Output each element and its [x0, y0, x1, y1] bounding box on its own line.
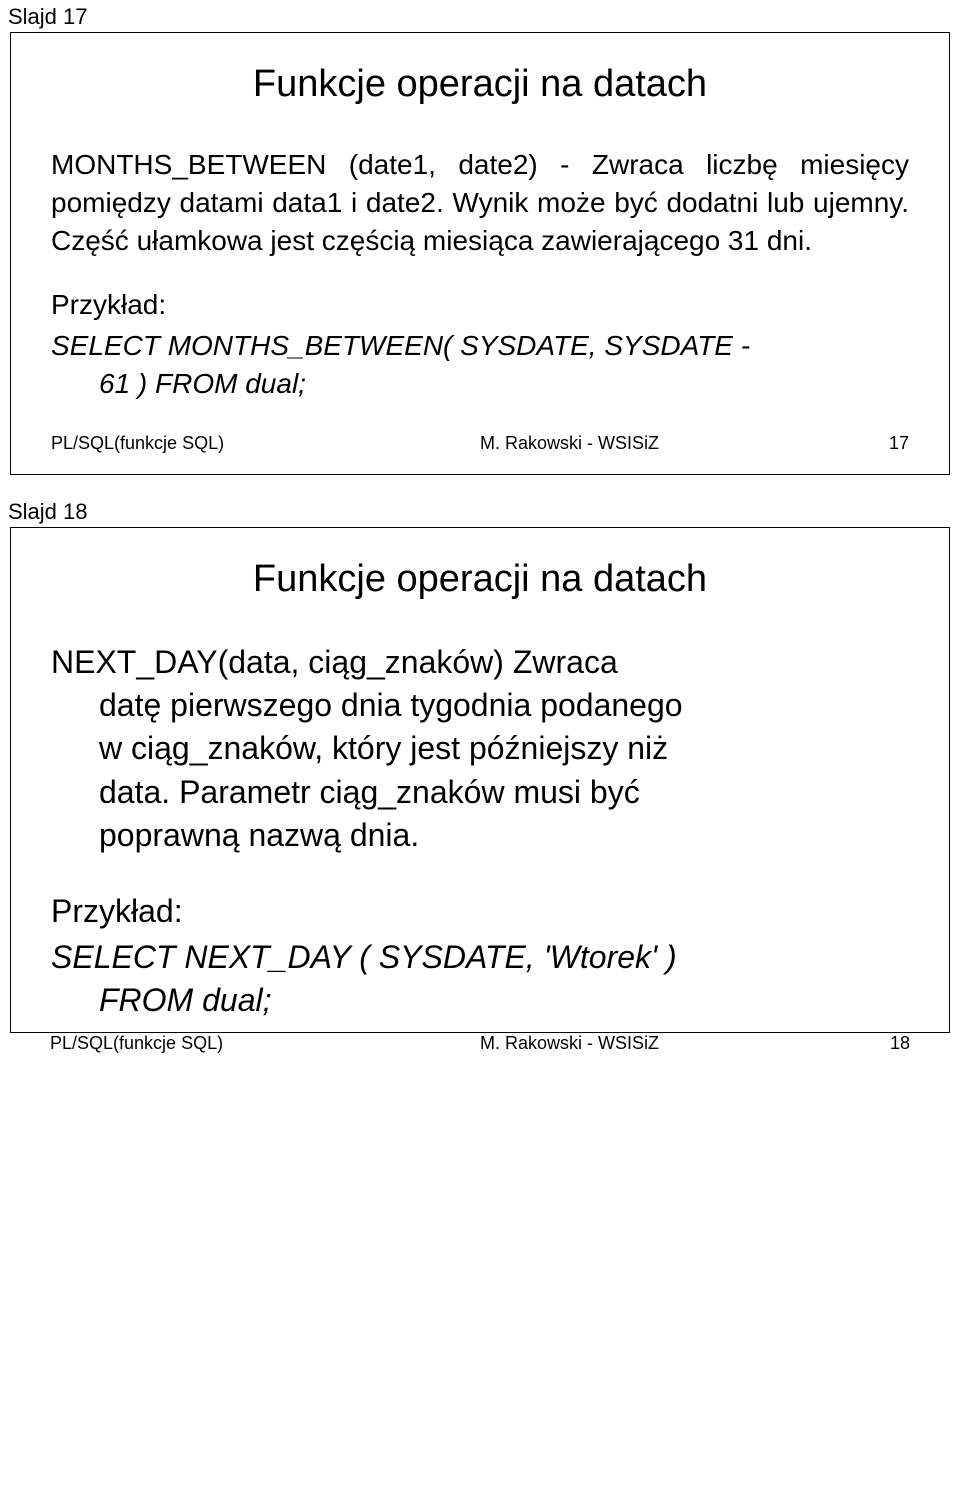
- slide-18-box: Funkcje operacji na datach NEXT_DAY(data…: [10, 527, 950, 1033]
- footer-mid: M. Rakowski - WSISiZ: [480, 1033, 824, 1054]
- slide-17-footer: PL/SQL(funkcje SQL) M. Rakowski - WSISiZ…: [51, 433, 909, 454]
- code-line-2: FROM dual;: [51, 979, 909, 1022]
- slide-18-footer: PL/SQL(funkcje SQL) M. Rakowski - WSISiZ…: [0, 1033, 960, 1060]
- slide-18-example-label: Przykład:: [51, 893, 909, 930]
- body-line-4: data. Parametr ciąg_znaków musi być: [51, 771, 909, 814]
- body-line-1: NEXT_DAY(data, ciąg_znaków) Zwraca: [51, 644, 618, 680]
- slide-18-example-code: SELECT NEXT_DAY ( SYSDATE, 'Wtorek' ) FR…: [51, 936, 909, 1022]
- slide-17-body: MONTHS_BETWEEN (date1, date2) - Zwraca l…: [51, 146, 909, 259]
- code-line-2: 61 ) FROM dual;: [51, 365, 909, 403]
- body-line-3: w ciąg_znaków, który jest późniejszy niż: [51, 727, 909, 770]
- body-line-2: datę pierwszego dnia tygodnia podanego: [51, 684, 909, 727]
- footer-left: PL/SQL(funkcje SQL): [51, 433, 480, 454]
- body-line-5: poprawną nazwą dnia.: [51, 814, 909, 857]
- slide-label-18: Slajd 18: [0, 495, 960, 527]
- footer-mid: M. Rakowski - WSISiZ: [480, 433, 823, 454]
- code-line-1: SELECT NEXT_DAY ( SYSDATE, 'Wtorek' ): [51, 939, 677, 975]
- slide-17-title: Funkcje operacji na datach: [51, 63, 909, 106]
- slide-18-body: NEXT_DAY(data, ciąg_znaków) Zwraca datę …: [51, 641, 909, 857]
- code-line-1: SELECT MONTHS_BETWEEN( SYSDATE, SYSDATE …: [51, 330, 750, 361]
- slide-label-17: Slajd 17: [0, 0, 960, 32]
- slide-17-example-code: SELECT MONTHS_BETWEEN( SYSDATE, SYSDATE …: [51, 327, 909, 403]
- footer-page-number: 18: [824, 1033, 910, 1054]
- slide-17-example-label: Przykład:: [51, 289, 909, 321]
- footer-left: PL/SQL(funkcje SQL): [50, 1033, 480, 1054]
- footer-page-number: 17: [823, 433, 909, 454]
- slide-17-box: Funkcje operacji na datach MONTHS_BETWEE…: [10, 32, 950, 475]
- slide-18-title: Funkcje operacji na datach: [51, 558, 909, 601]
